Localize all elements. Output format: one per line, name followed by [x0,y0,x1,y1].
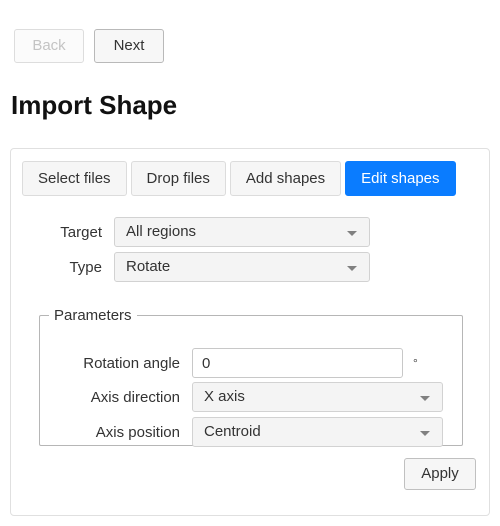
type-select-value: Rotate [126,258,171,275]
tab-edit-shapes[interactable]: Edit shapes [345,161,456,196]
axis-direction-row: Axis direction X axis [64,382,443,412]
axis-position-row: Axis position Centroid [64,417,443,447]
target-label: Target [60,223,102,241]
type-select[interactable]: Rotate [114,252,370,282]
wizard-navigation: Back Next [14,29,164,63]
type-label: Type [69,258,102,276]
axis-position-value: Centroid [204,423,261,440]
tab-select-files[interactable]: Select files [22,161,127,196]
apply-button[interactable]: Apply [404,458,476,490]
chevron-down-icon [420,396,430,401]
degree-unit-label: ° [413,356,418,370]
page-title: Import Shape [11,90,178,120]
tab-bar: Select files Drop files Add shapes Edit … [22,161,456,196]
rotation-angle-input[interactable] [192,348,403,378]
type-row: Type Rotate [22,252,370,282]
axis-direction-label: Axis direction [90,388,180,406]
chevron-down-icon [420,431,430,436]
parameters-fieldset: Parameters Rotation angle ° Axis directi… [39,307,463,447]
axis-direction-value: X axis [204,388,245,405]
axis-position-label: Axis position [95,423,180,441]
chevron-down-icon [347,231,357,236]
chevron-down-icon [347,266,357,271]
import-shape-panel: Select files Drop files Add shapes Edit … [10,148,490,516]
next-button[interactable]: Next [94,29,164,63]
target-select-value: All regions [126,223,197,240]
axis-position-select[interactable]: Centroid [192,417,443,447]
target-row: Target All regions [22,217,370,247]
tab-add-shapes[interactable]: Add shapes [229,161,342,196]
back-button[interactable]: Back [14,29,84,63]
axis-direction-select[interactable]: X axis [192,382,443,412]
parameters-legend: Parameters [54,307,132,324]
target-select[interactable]: All regions [114,217,370,247]
tab-drop-files[interactable]: Drop files [130,161,226,196]
rotation-angle-row: Rotation angle ° [64,348,418,378]
rotation-angle-label: Rotation angle [83,354,180,372]
